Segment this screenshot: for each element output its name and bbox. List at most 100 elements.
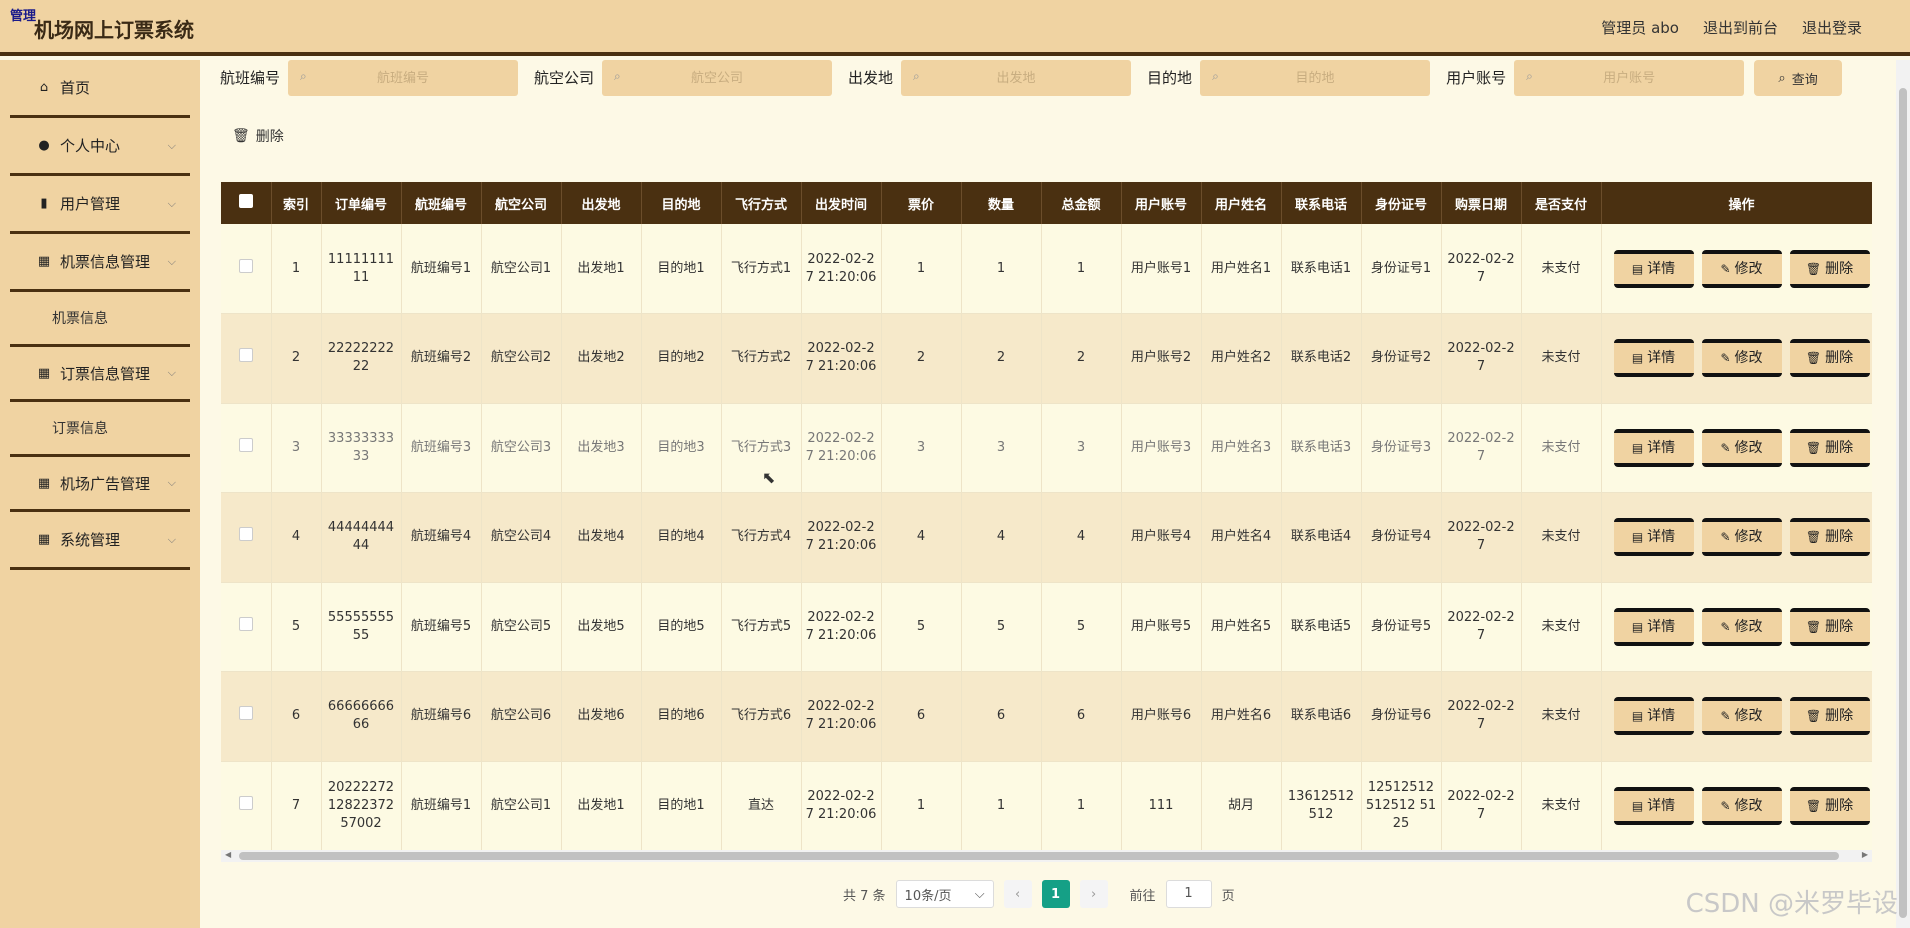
row-checkbox[interactable] — [238, 616, 253, 631]
delete-button[interactable]: 🗑 删除 — [1789, 249, 1870, 288]
sidebar-item-home[interactable]: ⌂ 首页 — [10, 60, 190, 118]
row-select-cell[interactable] — [221, 224, 272, 314]
flight-number-field[interactable]: ⌕ — [288, 60, 519, 96]
departure-field[interactable]: ⌕ — [901, 60, 1132, 96]
user-icon: ● — [38, 138, 50, 153]
table-cell: 联系电话5 — [1281, 582, 1362, 672]
horizontal-scrollbar[interactable]: ◀ ▶ — [221, 850, 1872, 862]
departure-input[interactable] — [901, 60, 1132, 96]
vertical-scrollbar[interactable] — [1896, 60, 1910, 928]
edit-button[interactable]: ✎ 修改 — [1701, 786, 1782, 825]
table-row[interactable]: 1 1111111111 航班编号1 航空公司1 出发地1 目的地1 飞行方式1 2022-0… — [221, 224, 1872, 314]
detail-button[interactable]: ▤ 详情 — [1613, 697, 1694, 736]
table-cell: 用户姓名4 — [1201, 492, 1282, 583]
goto-page-input[interactable]: 1 — [1165, 880, 1212, 908]
document-icon: ▤ — [1631, 619, 1644, 634]
delete-button[interactable]: 🗑 删除 — [1789, 786, 1870, 825]
row-checkbox[interactable] — [238, 437, 253, 452]
sidebar-subitem-ticket-info[interactable]: 机票信息 — [0, 292, 200, 344]
edit-button[interactable]: ✎ 修改 — [1701, 697, 1782, 736]
search-bar: 航班编号 ⌕ 航空公司 ⌕ 出发地 ⌕ 目的地 ⌕ 用户账号 ⌕ ⌕ 查询 — [212, 60, 1843, 96]
row-checkbox[interactable] — [238, 527, 253, 542]
delete-button[interactable]: 🗑 删除 — [1789, 697, 1870, 736]
destination-input[interactable] — [1200, 60, 1431, 96]
row-select-cell[interactable] — [221, 671, 272, 762]
detail-button[interactable]: ▤ 详情 — [1613, 518, 1694, 557]
sidebar-item-label: 用户管理 — [60, 195, 121, 213]
row-select-cell[interactable] — [221, 492, 272, 583]
page-number-active[interactable]: 1 — [1041, 880, 1070, 908]
edit-button[interactable]: ✎ 修改 — [1701, 607, 1782, 646]
row-select-cell[interactable] — [221, 313, 272, 404]
table-row[interactable]: 7 202222721282237257002 航班编号1 航空公司1 出发地1 目的地1… — [221, 761, 1872, 850]
table-cell: 身份证号2 — [1361, 313, 1442, 404]
detail-button[interactable]: ▤ 详情 — [1613, 786, 1694, 825]
scrollbar-thumb[interactable] — [1899, 88, 1907, 918]
column-header: 航空公司 — [481, 182, 562, 224]
scroll-left-icon[interactable]: ◀ — [225, 850, 231, 859]
prev-page-button[interactable]: ‹ — [1003, 880, 1032, 908]
table-row[interactable]: 6 6666666666 航班编号6 航空公司6 出发地6 目的地6 飞行方式6 2022-0… — [221, 671, 1872, 762]
detail-button[interactable]: ▤ 详情 — [1613, 339, 1694, 378]
row-select-cell[interactable] — [221, 403, 272, 493]
delete-button[interactable]: 🗑 删除 — [1789, 428, 1870, 467]
table-row[interactable]: 2 2222222222 航班编号2 航空公司2 出发地2 目的地2 飞行方式2 2022-0… — [221, 313, 1872, 404]
table-cell: 未支付 — [1521, 313, 1602, 404]
detail-button[interactable]: ▤ 详情 — [1613, 607, 1694, 646]
table-cell: 6 — [961, 671, 1042, 762]
exit-to-front-link[interactable]: 退出到前台 — [1703, 17, 1778, 38]
flight-number-input[interactable] — [288, 60, 519, 96]
edit-button[interactable]: ✎ 修改 — [1701, 428, 1782, 467]
sidebar-item-system-management[interactable]: ▦ 系统管理 ⌵ — [10, 512, 190, 570]
row-checkbox[interactable] — [238, 258, 253, 273]
document-icon: ▤ — [1631, 440, 1644, 455]
table-cell: 13612512512 — [1281, 761, 1362, 850]
user-account-field[interactable]: ⌕ — [1514, 60, 1745, 96]
table-cell: 2022-02-27 — [1441, 761, 1522, 850]
next-page-button[interactable]: › — [1079, 880, 1108, 908]
row-checkbox[interactable] — [238, 706, 253, 721]
table-cell: 5 — [881, 582, 962, 672]
scrollbar-thumb[interactable] — [239, 852, 1839, 860]
search-icon: ⌕ — [1526, 69, 1533, 83]
airline-input[interactable] — [602, 60, 833, 96]
query-button-label: 查询 — [1791, 71, 1818, 87]
edit-button[interactable]: ✎ 修改 — [1701, 339, 1782, 378]
detail-button[interactable]: ▤ 详情 — [1613, 249, 1694, 288]
table-cell: 202222721282237257002 — [321, 761, 402, 850]
row-select-cell[interactable] — [221, 761, 272, 850]
edit-button[interactable]: ✎ 修改 — [1701, 518, 1782, 557]
row-checkbox[interactable] — [238, 348, 253, 363]
table-cell: 1 — [961, 761, 1042, 850]
detail-button[interactable]: ▤ 详情 — [1613, 428, 1694, 467]
sidebar-item-booking-info-management[interactable]: ▦ 订票信息管理 ⌵ — [10, 344, 190, 402]
logout-link[interactable]: 退出登录 — [1802, 17, 1862, 38]
batch-delete-button[interactable]: 🗑 删除 — [232, 126, 284, 146]
sidebar-subitem-booking-info[interactable]: 订票信息 — [0, 402, 200, 454]
user-account-input[interactable] — [1514, 60, 1745, 96]
table-row[interactable]: 4 4444444444 航班编号4 航空公司4 出发地4 目的地4 飞行方式4 2022-0… — [221, 492, 1872, 583]
delete-button[interactable]: 🗑 删除 — [1789, 339, 1870, 378]
table-row[interactable]: 3 3333333333 航班编号3 航空公司3 出发地3 目的地3 飞行方式3 2022-0… — [221, 403, 1872, 493]
delete-button[interactable]: 🗑 删除 — [1789, 607, 1870, 646]
sidebar-item-user-management[interactable]: ▮ 用户管理 ⌵ — [10, 176, 190, 234]
row-select-cell[interactable] — [221, 582, 272, 672]
delete-button[interactable]: 🗑 删除 — [1789, 518, 1870, 557]
edit-button[interactable]: ✎ 修改 — [1701, 249, 1782, 288]
select-all-header[interactable] — [221, 182, 272, 224]
sidebar-item-ticket-info-management[interactable]: ▦ 机票信息管理 ⌵ — [10, 234, 190, 292]
select-all-checkbox[interactable] — [238, 194, 253, 208]
table-row[interactable]: 5 5555555555 航班编号5 航空公司5 出发地5 目的地5 飞行方式5 2022-0… — [221, 582, 1872, 672]
table-cell: 联系电话1 — [1281, 224, 1362, 314]
scroll-right-icon[interactable]: ▶ — [1862, 850, 1868, 859]
page-size-select[interactable]: 10条/页 ⌵ — [895, 880, 994, 908]
chevron-down-icon: ⌵ — [167, 366, 176, 379]
query-button[interactable]: ⌕ 查询 — [1754, 60, 1843, 96]
column-header: 航班编号 — [401, 182, 482, 224]
airline-field[interactable]: ⌕ — [602, 60, 833, 96]
row-checkbox[interactable] — [238, 795, 253, 810]
search-icon: ⌕ — [1212, 69, 1219, 83]
sidebar-item-personal-center[interactable]: ● 个人中心 ⌵ — [10, 118, 190, 176]
sidebar-item-airport-ads-management[interactable]: ▦ 机场广告管理 ⌵ — [10, 454, 190, 512]
destination-field[interactable]: ⌕ — [1200, 60, 1431, 96]
